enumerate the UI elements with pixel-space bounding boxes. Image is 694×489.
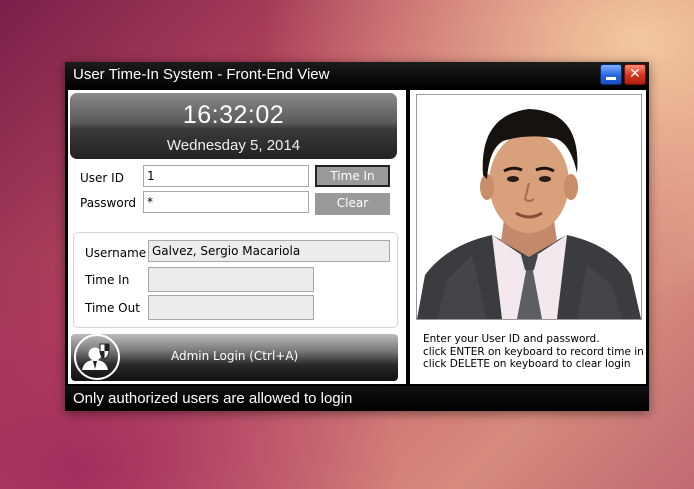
password-input[interactable]: * [143,191,309,213]
title-bar[interactable]: User Time-In System - Front-End View ✕ [65,62,649,88]
user-photo [416,94,642,320]
window-title: User Time-In System - Front-End View [73,66,330,83]
username-field: Galvez, Sergio Macariola [148,240,390,262]
instruction-line: click DELETE on keyboard to clear login [423,358,631,370]
clock-time: 16:32:02 [182,101,285,129]
time-out-field [148,295,314,320]
close-button[interactable]: ✕ [624,64,646,85]
password-label: Password [80,196,137,210]
instructions-text: Enter your User ID and password. click E… [423,333,644,371]
time-in-label: Time In [85,273,130,287]
instruction-line: Enter your User ID and password. [423,333,600,345]
clock-date: Wednesday 5, 2014 [166,137,301,154]
status-bar: Only authorized users are allowed to log… [65,386,649,411]
close-icon: ✕ [629,66,641,82]
minimize-button[interactable] [600,64,622,85]
time-in-field [148,267,314,292]
login-panel: 16:32:02 Wednesday 5, 2014 User ID 1 Tim… [68,90,406,384]
instruction-line: click ENTER on keyboard to record time i… [423,345,644,358]
admin-login-button[interactable]: Admin Login (Ctrl+A) [71,334,398,381]
photo-panel: Enter your User ID and password. click E… [410,90,646,384]
app-window: User Time-In System - Front-End View ✕ 1… [65,62,649,411]
user-id-input[interactable]: 1 [143,165,309,187]
time-out-label: Time Out [85,301,140,315]
admin-login-label: Admin Login (Ctrl+A) [171,349,299,363]
status-text: Only authorized users are allowed to log… [73,390,353,407]
username-label: Username [85,246,147,260]
clear-button[interactable]: Clear [315,193,390,215]
clock-display: 16:32:02 Wednesday 5, 2014 [70,93,397,159]
admin-shield-user-icon [74,334,120,380]
user-id-label: User ID [80,171,124,185]
time-in-button[interactable]: Time In [315,165,390,187]
